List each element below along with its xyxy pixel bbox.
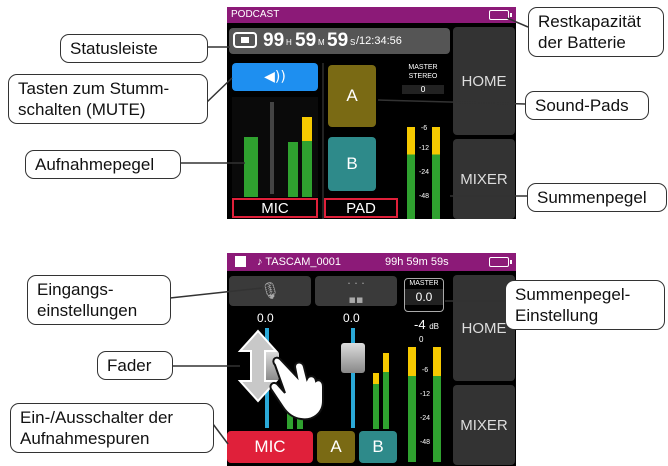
callout-input-line2: einstellungen: [37, 301, 138, 320]
leader-lines: [169, 17, 529, 445]
callout-mute-line2: schalten (MUTE): [18, 100, 146, 119]
callout-track-line1: Ein-/Ausschalter der: [20, 408, 174, 427]
callout-rec-level: Aufnahmepegel: [25, 150, 181, 179]
callout-sound-pads: Sound-Pads: [525, 91, 649, 120]
callout-fader: Fader: [97, 351, 173, 380]
callout-battery-line1: Restkapazität: [538, 12, 641, 31]
callout-master-setting-line2: Einstellung: [515, 306, 599, 325]
callout-mute: Tasten zum Stumm- schalten (MUTE): [8, 74, 208, 124]
callout-battery: Restkapazität der Batterie: [528, 7, 664, 57]
callout-track-line2: Aufnahmespuren: [20, 429, 150, 448]
callout-input-line1: Eingangs-: [37, 280, 114, 299]
callout-mute-line1: Tasten zum Stumm-: [18, 79, 170, 98]
callout-statusbar: Statusleiste: [60, 34, 208, 63]
callout-battery-line2: der Batterie: [538, 33, 626, 52]
callout-master-setting-line1: Summenpegel-: [515, 285, 631, 304]
callout-master-setting: Summenpegel- Einstellung: [505, 280, 665, 330]
callout-track-switch: Ein-/Ausschalter der Aufnahmespuren: [10, 403, 214, 453]
callout-master-level: Summenpegel: [527, 183, 667, 212]
callout-input-settings: Eingangs- einstellungen: [27, 275, 171, 325]
